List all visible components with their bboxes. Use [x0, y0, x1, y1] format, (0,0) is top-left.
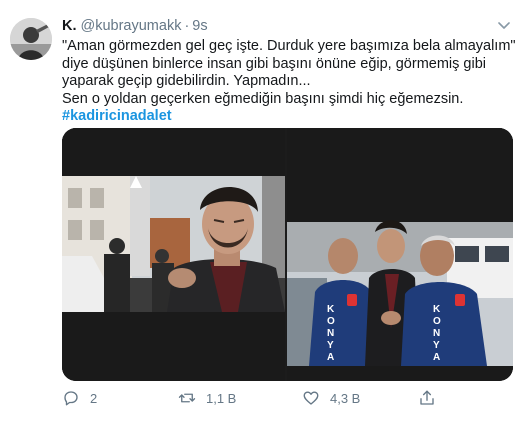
hashtag-link[interactable]: #kadiricinadalet [62, 108, 517, 126]
retweet-count: 1,1 B [206, 390, 237, 406]
like-button[interactable]: 4,3 B [302, 386, 360, 410]
tweet-text-line: yaparak geçip gidebilirdin. Yapmadın... [62, 73, 311, 89]
vest-letter: Y [433, 340, 440, 351]
avatar[interactable] [10, 18, 52, 60]
photo-street-man-looking-down [62, 128, 285, 381]
vest-letter: K [433, 304, 441, 315]
media-grid: K O N Y A K O N Y A [62, 128, 513, 381]
vest-letter: O [433, 316, 441, 327]
vest-letter: Y [327, 340, 334, 351]
heart-icon [303, 391, 319, 405]
share-icon [420, 390, 434, 405]
separator-dot: · [184, 18, 190, 34]
vest-letter: O [327, 316, 335, 327]
media-photo-left[interactable] [62, 128, 285, 381]
tweet-card[interactable]: K. @kubrayumakk · 9s "Aman görmezden gel ge… [0, 0, 529, 421]
like-count: 4,3 B [330, 390, 361, 406]
user-handle[interactable]: @kubrayumakk [81, 18, 182, 34]
vest-letter: A [433, 352, 440, 363]
retweet-icon [178, 393, 196, 403]
vest-letter: N [327, 328, 334, 339]
reply-button[interactable]: 2 [62, 386, 97, 410]
tweet-text-line: diye düşünen binlerce insan gibi başını … [62, 55, 486, 72]
tweet-timestamp[interactable]: 9s [192, 18, 207, 34]
tweet-text: "Aman görmezden gel geç işte. Durduk yer… [62, 38, 517, 126]
chevron-down-icon[interactable] [496, 17, 512, 33]
reply-count: 2 [90, 390, 98, 406]
vest-letter: A [327, 352, 334, 363]
photo-man-escorted-by-officers: K O N Y A K O N Y A [287, 128, 513, 381]
vest-letter: N [433, 328, 440, 339]
tweet-text-line: "Aman görmezden gel geç işte. Durduk yer… [62, 38, 516, 54]
media-photo-right[interactable]: K O N Y A K O N Y A [287, 128, 513, 381]
tweet-text-line: Sen o yoldan geçerken eğmediğin başını ş… [62, 90, 464, 107]
display-name[interactable]: K. [62, 18, 77, 34]
tweet-actions: 2 1,1 B 4,3 B [62, 386, 517, 410]
vest-letter: K [327, 304, 335, 315]
share-button[interactable] [418, 386, 436, 410]
reply-icon [64, 391, 78, 406]
tweet-header: K. @kubrayumakk · 9s [62, 17, 208, 35]
retweet-button[interactable]: 1,1 B [178, 386, 236, 410]
